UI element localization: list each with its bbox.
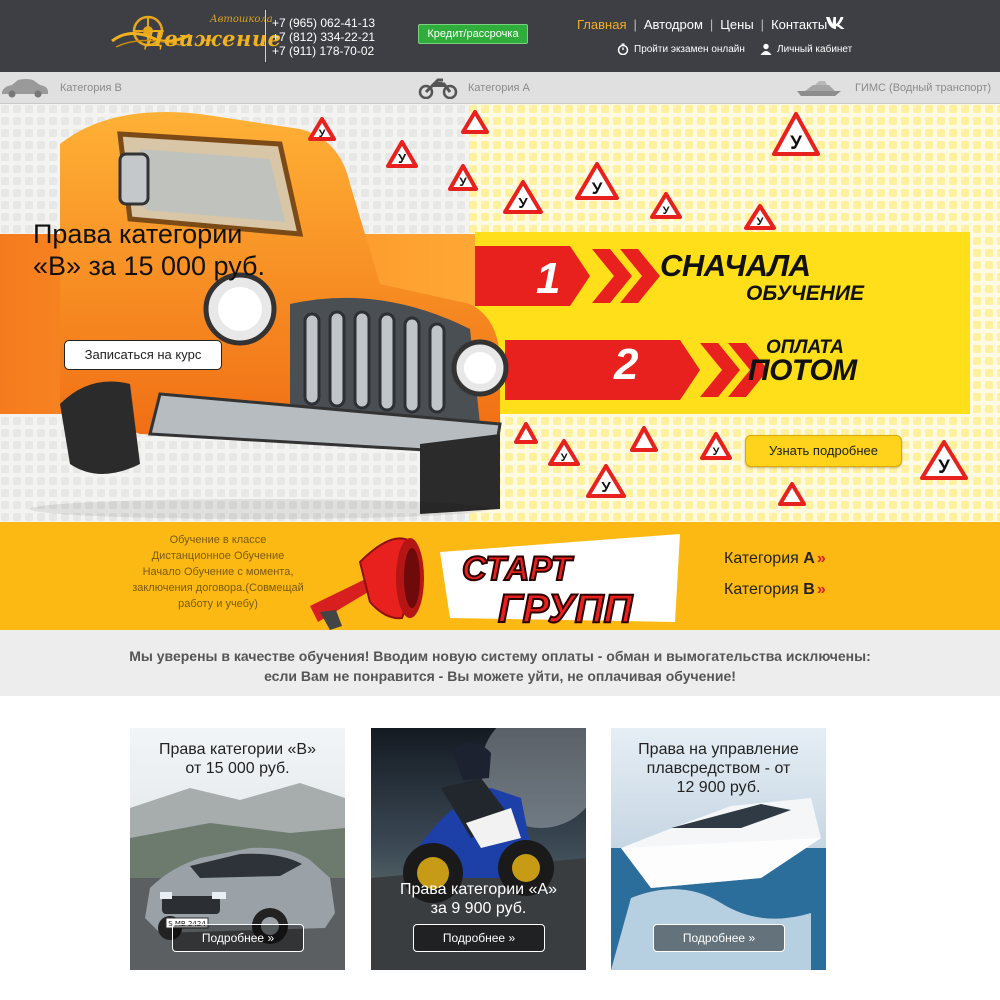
nav-item-prices[interactable]: Цены — [720, 17, 753, 32]
category-gims-link[interactable]: ГИМС (Водный транспорт) — [795, 72, 991, 104]
boat-icon — [797, 81, 841, 97]
sign-letter: У — [601, 479, 611, 496]
credit-button[interactable]: Кредит/рассрочка — [418, 24, 528, 44]
card-title-line: плавсредством - от — [646, 760, 791, 777]
course-info: Обучение в классе Дистанционное Обучение… — [118, 532, 318, 612]
card-title-line: от 15 000 руб. — [185, 760, 290, 777]
sign-letter: У — [561, 452, 568, 464]
nav-item-home[interactable]: Главная — [577, 17, 626, 32]
details-button[interactable]: Подробнее » — [413, 924, 545, 952]
nav-separator: | — [633, 17, 637, 32]
card-title-line: 12 900 руб. — [676, 779, 761, 796]
phone-number[interactable]: +7 (965) 062-41-13 — [272, 16, 375, 30]
category-b-link[interactable]: Категория B — [0, 72, 122, 104]
course-info-line: Дистанционное Обучение — [151, 550, 285, 562]
header-divider — [265, 10, 266, 62]
hero-title: Права категории «В» за 15 000 руб. — [33, 218, 265, 282]
vk-icon[interactable] — [825, 16, 845, 32]
card-title: Права категории «В» от 15 000 руб. — [130, 740, 345, 778]
start-group-category-b-link[interactable]: Категория B» — [724, 581, 826, 599]
learn-more-button[interactable]: Узнать подробнее — [745, 435, 902, 467]
phone-number[interactable]: +7 (911) 178-70-02 — [272, 44, 375, 58]
course-card-category-b[interactable]: S MB 2424 Права категории «В» от 15 000 … — [130, 728, 345, 970]
step2-number: 2 — [614, 340, 639, 389]
card-title-line: Права категории «В» — [159, 741, 316, 758]
motorcycle-icon — [418, 78, 458, 100]
card-title: Права категории «А» за 9 900 руб. — [371, 880, 586, 918]
stopwatch-icon — [617, 43, 629, 56]
card-title: Права на управление плавсредством - от 1… — [611, 740, 826, 797]
cabinet-link[interactable]: Личный кабинет — [760, 43, 852, 55]
card-title-line: за 9 900 руб. — [430, 900, 527, 917]
course-card-gims[interactable]: Права на управление плавсредством - от 1… — [611, 728, 826, 970]
start-group-category-a-link[interactable]: Категория A» — [724, 550, 826, 568]
link-prefix: Категория — [724, 550, 799, 567]
phone-list: +7 (965) 062-41-13 +7 (812) 334-22-21 +7… — [272, 16, 375, 58]
course-info-line: работу и учебу) — [178, 598, 258, 610]
sign-letter: У — [790, 133, 802, 154]
sign-letter: У — [459, 175, 467, 189]
notice-line: если Вам не понравится - Вы можете уйти,… — [264, 668, 736, 684]
course-card-category-a[interactable]: Права категории «А» за 9 900 руб. Подроб… — [371, 728, 586, 970]
hero-title-line: Права категории — [33, 219, 243, 249]
banner-line1: СТАРТ — [462, 550, 575, 588]
step1-number: 1 — [536, 254, 561, 303]
payment-notice: Мы уверены в качестве обучения! Вводим н… — [0, 630, 1000, 696]
site-header: Автошкола Движение +7 (965) 062-41-13 +7… — [0, 0, 1000, 72]
category-label: ГИМС (Водный транспорт) — [855, 82, 992, 94]
step1-headline: СНАЧАЛА — [660, 248, 811, 283]
hero-title-line: «В» за 15 000 руб. — [33, 251, 266, 281]
car-icon — [2, 79, 48, 98]
sign-letter: У — [518, 195, 528, 212]
nav-separator: | — [760, 17, 765, 32]
sign-letter: У — [398, 151, 407, 166]
sign-letter: У — [938, 457, 950, 478]
cabinet-label: Личный кабинет — [777, 44, 853, 55]
sign-letter: У — [663, 205, 670, 217]
banner-line2: ГРУПП — [498, 587, 634, 630]
sign-letter: У — [592, 179, 603, 198]
signup-course-button[interactable]: Записаться на курс — [64, 340, 222, 370]
megaphone-icon — [310, 537, 424, 630]
double-chevron-icon: » — [816, 550, 826, 567]
start-groups-strip: Обучение в классе Дистанционное Обучение… — [0, 522, 1000, 630]
step1-subline: ОБУЧЕНИЕ — [746, 282, 865, 305]
logo-name[interactable]: Движение — [145, 26, 281, 51]
exam-online-label: Пройти экзамен онлайн — [634, 44, 745, 55]
course-info-line: Начало Обучение с момента, — [142, 566, 294, 578]
link-prefix: Категория — [724, 581, 799, 598]
category-label: Категория B — [60, 82, 122, 94]
card-title-line: Права категории «А» — [400, 881, 557, 898]
nav-item-contacts[interactable]: Контакты — [771, 17, 827, 32]
user-icon — [760, 43, 772, 55]
phone-number[interactable]: +7 (812) 334-22-21 — [272, 30, 375, 44]
sign-letter: У — [757, 216, 764, 228]
exam-online-link[interactable]: Пройти экзамен онлайн — [617, 43, 745, 56]
link-letter: A — [803, 550, 815, 567]
course-info-line: Обучение в классе — [169, 534, 267, 546]
category-a-link[interactable]: Категория A — [418, 72, 530, 104]
card-title-line: Права на управление — [638, 741, 799, 758]
nav-item-autodrome[interactable]: Автодром — [644, 17, 703, 32]
link-letter: B — [803, 581, 815, 598]
details-button[interactable]: Подробнее » — [172, 924, 304, 952]
notice-line: Мы уверены в качестве обучения! Вводим н… — [129, 648, 871, 664]
details-button[interactable]: Подробнее » — [653, 924, 785, 952]
nav-separator: | — [709, 17, 714, 32]
start-groups-banner: СТАРТ ГРУПП — [310, 534, 680, 630]
main-nav: Главная | Автодром | Цены | Контакты — [577, 17, 827, 32]
sign-letter: У — [319, 128, 326, 140]
logo-tagline: Автошкола — [210, 14, 273, 25]
hero-banner: У У У У У У У У У У У У Права категории … — [0, 104, 1000, 522]
category-bar: Категория B Категория A ГИМС (Водный тра… — [0, 72, 1000, 104]
course-info-line: заключения договора.(Совмещай — [132, 582, 304, 594]
sign-letter: У — [713, 446, 720, 458]
double-chevron-icon: » — [816, 581, 826, 598]
category-label: Категория A — [468, 82, 530, 94]
step2-subline: ПОТОМ — [748, 354, 857, 387]
